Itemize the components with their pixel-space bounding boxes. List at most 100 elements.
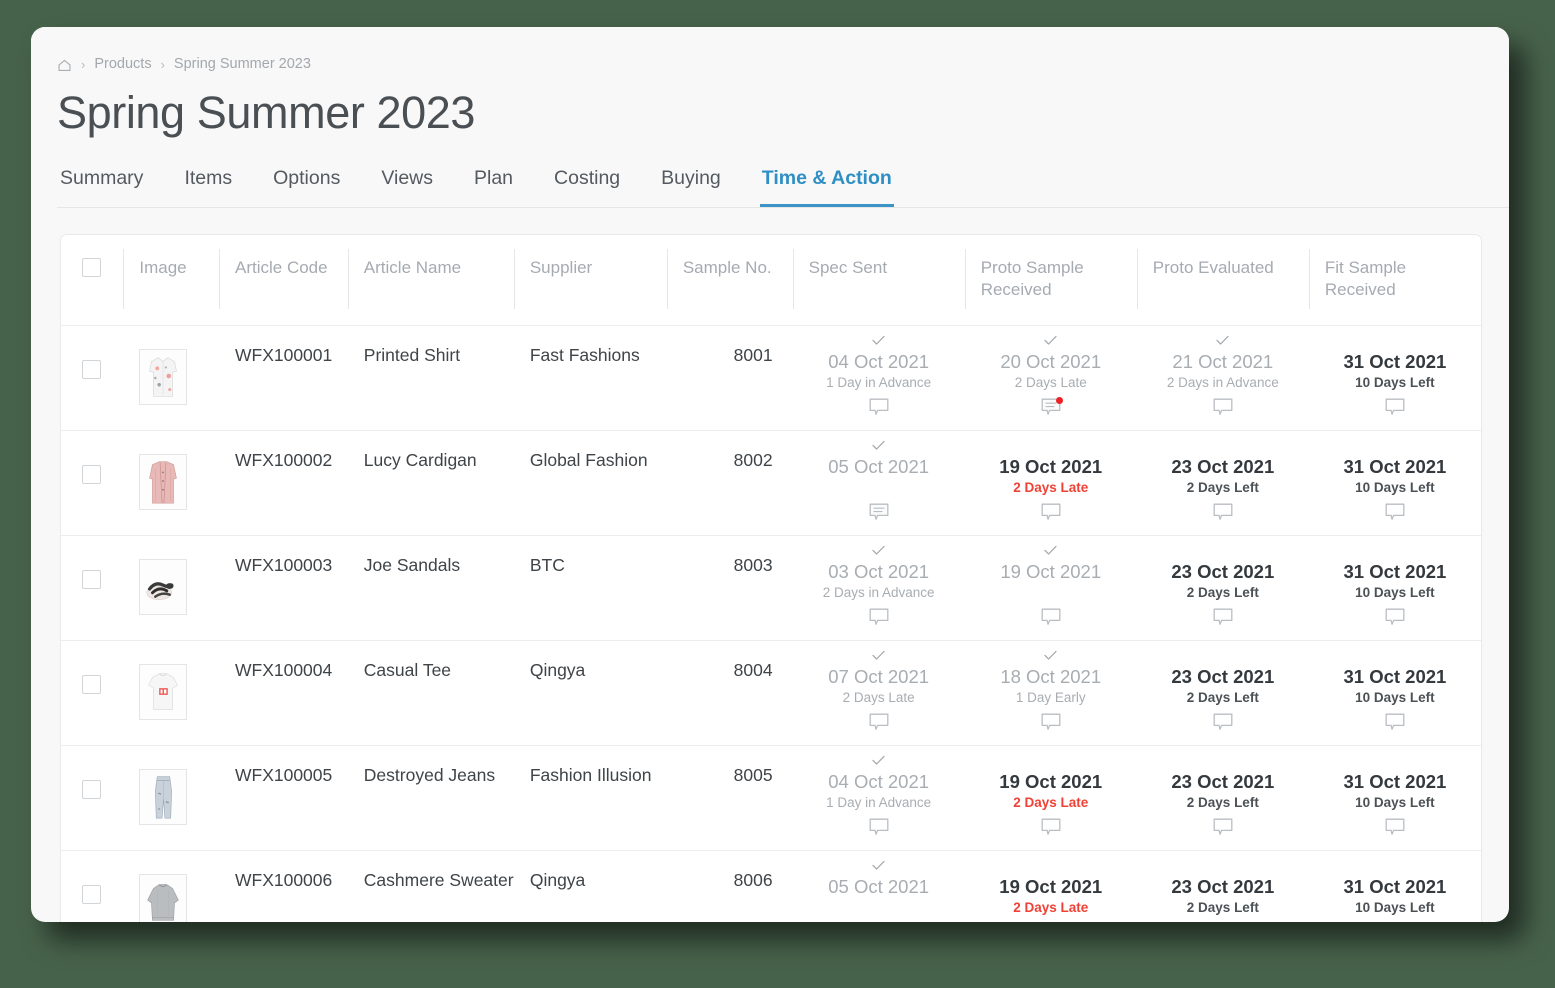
row-checkbox[interactable]: [82, 674, 101, 694]
table-row[interactable]: WFX100003 Joe Sandals BTC 8003 03 Oct 2021 2 …: [61, 535, 1481, 641]
cell-article-name-text: Cashmere Sweater: [363, 870, 514, 891]
tab-options[interactable]: Options: [271, 167, 342, 207]
tab-summary[interactable]: Summary: [58, 167, 145, 207]
comment-icon[interactable]: [1213, 713, 1233, 735]
product-thumbnail[interactable]: [139, 874, 188, 922]
cell-spec_sent: 05 Oct 2021: [793, 851, 965, 922]
breadcrumb-item-products[interactable]: Products: [94, 56, 151, 72]
comment-icon[interactable]: [1041, 608, 1061, 630]
row-checkbox[interactable]: [82, 359, 101, 379]
table-row[interactable]: WFX100001 Printed Shirt Fast Fashions 8001 0…: [61, 325, 1481, 431]
cell-article-name: Lucy Cardigan: [348, 430, 514, 535]
tab-bar: Summary Items Options Views Plan Costing Buyin…: [57, 167, 1509, 208]
cell-proto_evaluated: 23 Oct 2021 2 Days Left: [1137, 430, 1309, 535]
cell-proto_sample_received: 18 Oct 2021 1 Day Early: [965, 640, 1137, 745]
product-thumbnail[interactable]: [139, 769, 188, 825]
comment-icon[interactable]: [869, 503, 889, 525]
cell-article-code-text: WFX100006: [234, 870, 333, 891]
milestone-date: 31 Oct 2021: [1343, 455, 1447, 477]
comment-icon[interactable]: [869, 398, 889, 420]
milestone-date: 04 Oct 2021: [828, 350, 930, 372]
cell-spec_sent: 04 Oct 2021 1 Day in Advance: [793, 325, 965, 430]
comment-icon[interactable]: [1213, 503, 1233, 525]
tab-plan[interactable]: Plan: [472, 167, 515, 207]
comment-icon[interactable]: [869, 608, 889, 630]
comment-icon[interactable]: [1385, 818, 1405, 840]
column-header-article-code[interactable]: Article Code: [218, 234, 348, 326]
completed-check-icon: [872, 859, 885, 874]
tab-views[interactable]: Views: [379, 167, 435, 207]
comment-icon[interactable]: [869, 713, 889, 735]
comment-icon[interactable]: [1213, 818, 1233, 840]
milestone-status: 2 Days Left: [1186, 900, 1259, 916]
page-header: › Products › Spring Summer 2023 Spring S…: [31, 27, 1509, 208]
comment-icon[interactable]: [1213, 608, 1233, 630]
milestone-date: 20 Oct 2021: [1000, 350, 1102, 372]
cell-fit_sample_received: 31 Oct 2021 10 Days Left: [1309, 430, 1481, 535]
tab-items[interactable]: Items: [182, 167, 234, 207]
comment-icon[interactable]: [1041, 713, 1061, 735]
time-action-table-container: Image Article Code Article Name Supplier…: [60, 233, 1482, 922]
completed-check-icon: [1044, 649, 1057, 664]
column-header-sample-no[interactable]: Sample No.: [666, 234, 793, 326]
product-thumbnail[interactable]: [139, 348, 188, 405]
time-action-table: Image Article Code Article Name Supplier…: [61, 234, 1481, 922]
column-header-fit-sample-received[interactable]: Fit Sample Received: [1308, 234, 1481, 326]
comment-icon[interactable]: [1041, 396, 1063, 420]
select-all-checkbox[interactable]: [82, 257, 101, 277]
sample-no-text: 8004: [733, 659, 773, 680]
cell-supplier: Qingya: [514, 851, 667, 922]
product-thumbnail[interactable]: [139, 453, 188, 510]
cell-row-select: [61, 746, 123, 851]
comment-icon[interactable]: [1385, 713, 1405, 735]
milestone-status: 2 Days Left: [1186, 690, 1259, 706]
tab-buying[interactable]: Buying: [659, 167, 723, 207]
column-header-supplier[interactable]: Supplier: [513, 234, 667, 326]
cell-row-select: [61, 535, 123, 640]
product-thumbnail[interactable]: [139, 663, 188, 720]
column-header-proto-sample-received[interactable]: Proto Sample Received: [964, 234, 1137, 326]
table-row[interactable]: WFX100004 Casual Tee Qingya 8004 07 Oct 2021…: [61, 640, 1481, 746]
cell-supplier: Fast Fashions: [514, 325, 667, 430]
comment-icon[interactable]: [1385, 503, 1405, 525]
cell-fit_sample_received: 31 Oct 2021 10 Days Left: [1309, 640, 1481, 745]
table-row[interactable]: WFX100005 Destroyed Jeans Fashion Illusion…: [61, 746, 1481, 851]
column-header-image[interactable]: Image: [123, 234, 219, 326]
row-checkbox[interactable]: [82, 780, 101, 799]
comment-icon[interactable]: [1385, 398, 1405, 420]
cell-row-select: [61, 640, 123, 745]
row-checkbox[interactable]: [82, 885, 101, 905]
product-thumbnail[interactable]: [139, 558, 188, 615]
table-body: WFX100001 Printed Shirt Fast Fashions 8001 0…: [61, 325, 1481, 922]
cell-supplier: BTC: [514, 535, 667, 640]
comment-icon[interactable]: [1041, 818, 1061, 840]
cell-article-name-text: Lucy Cardigan: [363, 449, 477, 470]
column-header-proto-evaluated[interactable]: Proto Evaluated: [1136, 234, 1309, 326]
milestone-date: 23 Oct 2021: [1171, 455, 1275, 477]
milestone-status: 10 Days Left: [1355, 795, 1435, 811]
milestone-date: 31 Oct 2021: [1343, 771, 1447, 792]
column-header-article-name[interactable]: Article Name: [347, 234, 514, 326]
table-row[interactable]: WFX100002 Lucy Cardigan Global Fashion 8002…: [61, 430, 1481, 536]
cell-fit_sample_received: 31 Oct 2021 10 Days Left: [1309, 851, 1481, 922]
milestone-date: 31 Oct 2021: [1343, 350, 1447, 372]
comment-icon[interactable]: [869, 818, 889, 840]
table-row[interactable]: WFX100006 Cashmere Sweater Qingya 8006 05 Oc…: [61, 851, 1481, 922]
milestone-status: 2 Days Late: [1013, 900, 1089, 916]
comment-icon[interactable]: [1213, 398, 1233, 420]
comment-icon[interactable]: [1385, 608, 1405, 630]
milestone-status: 2 Days Left: [1186, 585, 1259, 601]
breadcrumb-item-current[interactable]: Spring Summer 2023: [174, 56, 311, 72]
row-checkbox[interactable]: [82, 569, 101, 589]
cell-article-code: WFX100001: [219, 325, 348, 430]
column-header-spec-sent[interactable]: Spec Sent: [792, 234, 965, 326]
milestone-status: 2 Days in Advance: [1166, 375, 1279, 391]
comment-icon[interactable]: [1041, 503, 1061, 525]
tab-costing[interactable]: Costing: [552, 167, 622, 207]
milestone-status: 10 Days Left: [1355, 585, 1435, 601]
tab-time-action[interactable]: Time & Action: [759, 167, 894, 207]
home-icon[interactable]: [57, 58, 72, 73]
row-checkbox[interactable]: [82, 464, 101, 484]
milestone-date: 19 Oct 2021: [999, 455, 1103, 477]
sample-no-text: 8005: [733, 765, 773, 785]
